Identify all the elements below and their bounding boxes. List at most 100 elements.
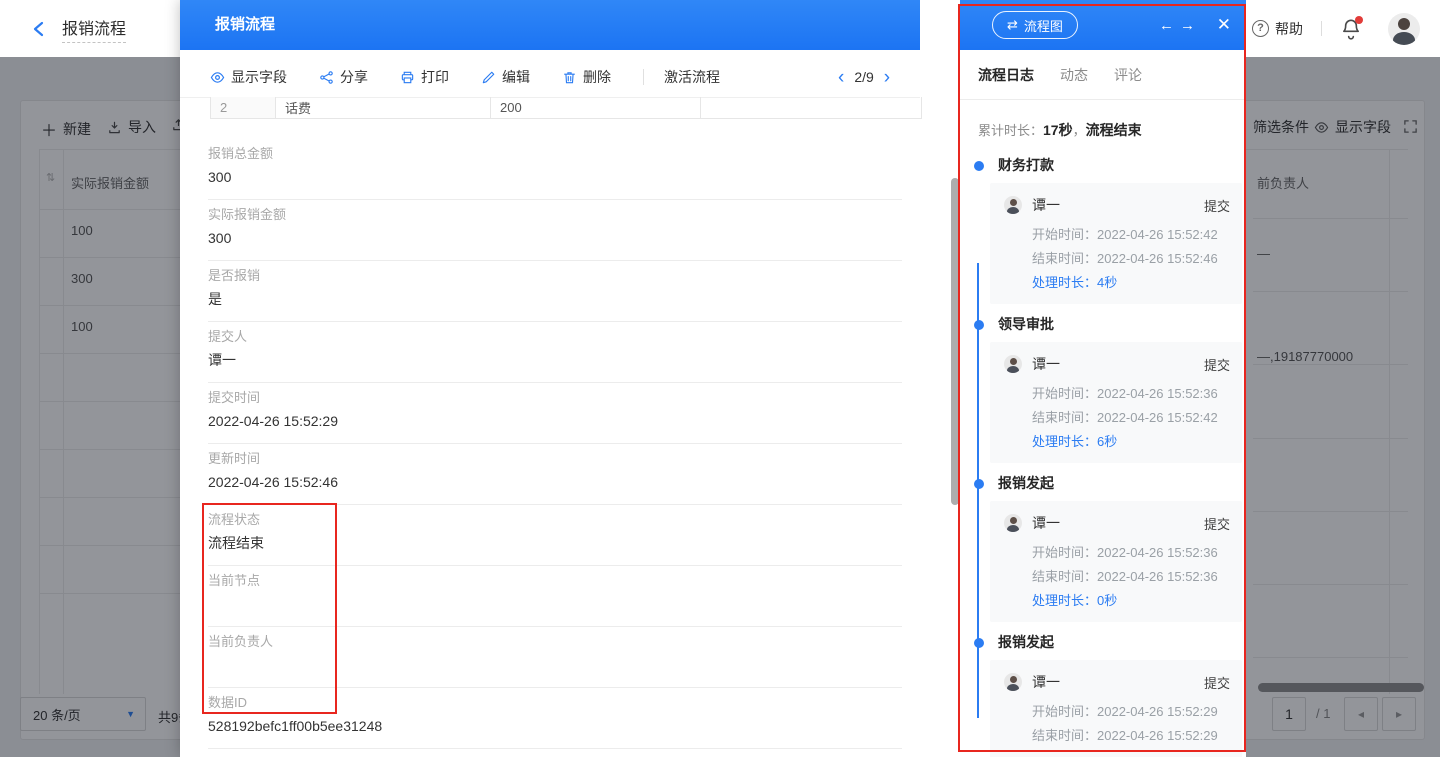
node-card: 谭一 提交 开始时间：2022-04-26 15:52:36 结束时间：2022… (990, 342, 1242, 463)
end-label: 结束时间： (1032, 410, 1097, 425)
flow-log-panel: ⇄ 流程图 ← → ✕ 流程日志 动态 评论 累计时长：17秒，流程结束 财务打… (960, 0, 1246, 757)
help-label[interactable]: 帮助 (1275, 19, 1303, 39)
field-submit-time: 提交时间 2022-04-26 15:52:29 (208, 383, 902, 444)
summary-duration: 17秒 (1043, 122, 1073, 138)
node-end-time: 结束时间：2022-04-26 15:52:42 (1032, 406, 1230, 430)
end-label: 结束时间： (1032, 251, 1097, 266)
node-name: 财务打款 (998, 157, 1230, 173)
flow-chart-button[interactable]: ⇄ 流程图 (992, 11, 1078, 39)
subtable-cell: 话费 (276, 97, 491, 118)
timeline-node-reimburse-start: 报销发起 谭一 提交 开始时间：2022-04-26 15:52:36 结束时间… (972, 475, 1230, 622)
field-current-owner: 当前负责人 (208, 627, 902, 688)
field-label: 流程状态 (208, 511, 902, 528)
node-card: 谭一 提交 开始时间：2022-04-26 15:52:29 结束时间：2022… (990, 660, 1242, 757)
detail-form: 报销总金额 300 实际报销金额 300 是否报销 是 提交人 谭一 提交时间 … (208, 139, 902, 749)
node-duration: 处理时长：6秒 (1032, 430, 1230, 454)
record-pager-text: 2/9 (854, 69, 873, 85)
back-icon[interactable] (30, 20, 48, 38)
node-name: 报销发起 (998, 634, 1230, 650)
toolbar-divider (643, 69, 644, 85)
prev-record-icon[interactable]: ‹ (832, 68, 850, 87)
modal-vertical-scrollbar[interactable] (951, 178, 959, 505)
field-value (208, 656, 902, 675)
node-duration: 处理时长：4秒 (1032, 271, 1230, 295)
field-value: 2022-04-26 15:52:46 (208, 473, 902, 492)
field-label: 提交人 (208, 328, 902, 345)
modal-title: 报销流程 (215, 0, 275, 50)
tab-activity[interactable]: 动态 (1060, 65, 1088, 85)
share-button[interactable]: 分享 (319, 67, 368, 87)
field-label: 当前节点 (208, 572, 902, 589)
end-value: 2022-04-26 15:52:42 (1097, 410, 1218, 425)
end-value: 2022-04-26 15:52:46 (1097, 251, 1218, 266)
flow-chart-label: 流程图 (1024, 16, 1063, 35)
start-value: 2022-04-26 15:52:36 (1097, 386, 1218, 401)
node-action: 提交 (1204, 514, 1230, 533)
field-label: 是否报销 (208, 267, 902, 284)
field-label: 实际报销金额 (208, 206, 902, 223)
field-label: 报销总金额 (208, 145, 902, 162)
avatar[interactable] (1388, 13, 1420, 45)
activate-flow-label: 激活流程 (664, 67, 720, 87)
end-value: 2022-04-26 15:52:29 (1097, 728, 1218, 743)
print-label: 打印 (421, 67, 449, 87)
node-card: 谭一 提交 开始时间：2022-04-26 15:52:36 结束时间：2022… (990, 501, 1242, 622)
start-label: 开始时间： (1032, 704, 1097, 719)
summary-separator: ， (1073, 123, 1086, 138)
display-fields-button[interactable]: 显示字段 (210, 67, 287, 87)
screen: 报销流程 ? 帮助 ＋ 新建 导入 筛选条件 (0, 0, 1440, 757)
help-icon[interactable]: ? (1252, 20, 1269, 37)
next-record-icon[interactable]: › (878, 68, 896, 87)
field-label: 数据ID (208, 694, 902, 711)
close-icon[interactable]: ✕ (1217, 0, 1231, 50)
field-value: 300 (208, 229, 902, 248)
share-label: 分享 (340, 67, 368, 87)
summary-label: 累计时长： (978, 123, 1043, 138)
node-start-time: 开始时间：2022-04-26 15:52:36 (1032, 541, 1230, 565)
notification-bell-icon[interactable] (1340, 18, 1362, 40)
node-action: 提交 (1204, 196, 1230, 215)
timeline-dot (974, 161, 984, 171)
edit-button[interactable]: 编辑 (481, 67, 530, 87)
display-fields-label: 显示字段 (231, 67, 287, 87)
field-data-id: 数据ID 528192befc1ff00b5ee31248 (208, 688, 902, 749)
print-button[interactable]: 打印 (400, 67, 449, 87)
node-action: 提交 (1204, 673, 1230, 692)
node-start-time: 开始时间：2022-04-26 15:52:36 (1032, 382, 1230, 406)
tab-flow-log[interactable]: 流程日志 (978, 65, 1034, 85)
field-update-time: 更新时间 2022-04-26 15:52:46 (208, 444, 902, 505)
end-value: 2022-04-26 15:52:36 (1097, 569, 1218, 584)
node-start-time: 开始时间：2022-04-26 15:52:29 (1032, 700, 1230, 724)
field-label: 更新时间 (208, 450, 902, 467)
panel-nav-arrows: ← → (1156, 0, 1198, 50)
avatar (1004, 514, 1022, 532)
node-end-time: 结束时间：2022-04-26 15:52:36 (1032, 565, 1230, 589)
field-value: 流程结束 (208, 534, 902, 553)
flow-summary: 累计时长：17秒，流程结束 (978, 120, 1228, 140)
subtable-cell (701, 97, 921, 118)
activate-flow-button[interactable]: 激活流程 (664, 67, 720, 87)
node-start-time: 开始时间：2022-04-26 15:52:42 (1032, 223, 1230, 247)
delete-button[interactable]: 删除 (562, 67, 611, 87)
start-value: 2022-04-26 15:52:36 (1097, 545, 1218, 560)
node-name: 报销发起 (998, 475, 1230, 491)
back-nav[interactable]: 报销流程 (30, 15, 126, 43)
field-total-amount: 报销总金额 300 (208, 139, 902, 200)
end-label: 结束时间： (1032, 569, 1097, 584)
node-name: 领导审批 (998, 316, 1230, 332)
edit-label: 编辑 (502, 67, 530, 87)
field-value: 2022-04-26 15:52:29 (208, 412, 902, 431)
field-flow-status: 流程状态 流程结束 (208, 505, 902, 566)
node-end-time: 结束时间：2022-04-26 15:52:29 (1032, 724, 1230, 748)
record-pager: ‹ 2/9 › (832, 57, 896, 97)
duration-value: 0秒 (1097, 593, 1117, 608)
timeline-node-reimburse-start-2: 报销发起 谭一 提交 开始时间：2022-04-26 15:52:29 结束时间… (972, 634, 1230, 757)
flow-chart-icon: ⇄ (1007, 17, 1018, 33)
field-is-reimbursed: 是否报销 是 (208, 261, 902, 322)
tab-comments[interactable]: 评论 (1114, 65, 1142, 85)
arrow-left-icon[interactable]: ← (1156, 17, 1177, 34)
timeline-dot (974, 320, 984, 330)
arrow-right-icon[interactable]: → (1177, 17, 1198, 34)
start-label: 开始时间： (1032, 545, 1097, 560)
field-actual-amount: 实际报销金额 300 (208, 200, 902, 261)
